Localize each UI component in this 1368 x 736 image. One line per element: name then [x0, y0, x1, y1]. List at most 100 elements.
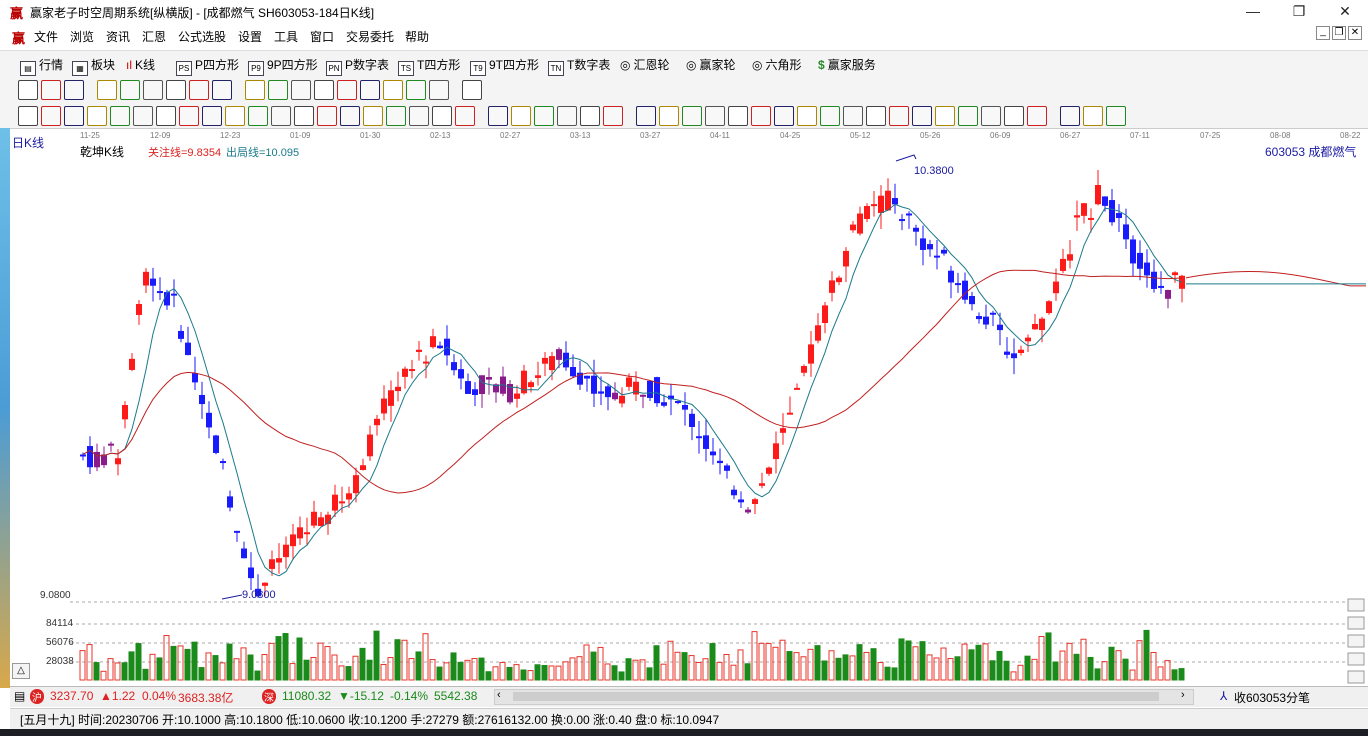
tool-icon-37[interactable] — [866, 106, 886, 126]
tool-icon-40[interactable] — [935, 106, 955, 126]
toolbar-huien-wheel[interactable]: ◎ 汇恩轮 — [620, 56, 670, 73]
toolbar-kline[interactable]: ıl K线 — [126, 56, 155, 73]
tool-icon-7[interactable] — [156, 106, 176, 126]
tool-icon-15[interactable] — [340, 106, 360, 126]
mdi-restore-button[interactable]: ❐ — [1332, 26, 1346, 40]
kline-chart-area[interactable]: 11-25 12-09 12-23 01-09 01-30 02-13 02-27 03-13… — [10, 129, 1368, 685]
toolbar-p-table[interactable]: PN P数字表 — [326, 56, 389, 76]
tool-icon-2[interactable] — [41, 80, 61, 100]
tool-icon-36[interactable] — [843, 106, 863, 126]
tool-icon-4[interactable] — [87, 106, 107, 126]
tool-icon-7[interactable] — [166, 80, 186, 100]
tool-icon-9[interactable] — [202, 106, 222, 126]
toolbar-hexagon[interactable]: ◎ 六角形 — [752, 56, 802, 73]
tool-icon-41[interactable] — [958, 106, 978, 126]
tool-icon-11[interactable] — [248, 106, 268, 126]
tool-icon-32[interactable] — [751, 106, 771, 126]
tool-icon-13[interactable] — [294, 106, 314, 126]
mdi-close-button[interactable]: ✕ — [1348, 26, 1362, 40]
tool-icon-8[interactable] — [179, 106, 199, 126]
menu-help[interactable]: 帮助 — [405, 28, 429, 45]
toolbar-winner-wheel[interactable]: ◎ 赢家轮 — [686, 56, 736, 73]
tool-icon-6[interactable] — [133, 106, 153, 126]
tool-icon-17[interactable] — [406, 80, 426, 100]
tool-icon-3[interactable] — [64, 106, 84, 126]
scroll-right-icon[interactable]: › — [1181, 689, 1185, 701]
tool-icon-26[interactable] — [603, 106, 623, 126]
menu-tools[interactable]: 工具 — [274, 28, 298, 45]
tool-icon-17[interactable] — [386, 106, 406, 126]
tool-icon-44[interactable] — [1027, 106, 1047, 126]
tick-detail-label[interactable]: 收603053分笔 — [1234, 689, 1310, 706]
horizontal-scrollbar[interactable]: ‹ › — [494, 689, 1194, 705]
tool-icon-16[interactable] — [363, 106, 383, 126]
menu-huien[interactable]: 汇恩 — [142, 28, 166, 45]
tool-icon-23[interactable] — [534, 106, 554, 126]
tool-icon-38[interactable] — [889, 106, 909, 126]
menu-trade[interactable]: 交易委托 — [346, 28, 394, 45]
scroll-left-icon[interactable]: ‹ — [497, 689, 501, 701]
tool-icon-2[interactable] — [41, 106, 61, 126]
tool-icon-21[interactable] — [488, 106, 508, 126]
tool-icon-25[interactable] — [580, 106, 600, 126]
tool-icon-29[interactable] — [682, 106, 702, 126]
grid-icon[interactable]: ▤ — [14, 689, 25, 703]
tool-icon-35[interactable] — [820, 106, 840, 126]
tool-icon-43[interactable] — [1004, 106, 1024, 126]
menu-formula[interactable]: 公式选股 — [178, 28, 226, 45]
scroll-up-button[interactable]: △ — [12, 663, 30, 679]
minimize-button[interactable]: — — [1230, 0, 1276, 24]
mdi-minimize-button[interactable]: _ — [1316, 26, 1330, 40]
menu-file[interactable]: 文件 — [34, 28, 58, 45]
tool-icon-24[interactable] — [557, 106, 577, 126]
tool-icon-13[interactable] — [314, 80, 334, 100]
tool-icon-14[interactable] — [317, 106, 337, 126]
tool-icon-20[interactable] — [455, 106, 475, 126]
scroll-thumb[interactable] — [513, 692, 1159, 701]
tool-icon-15[interactable] — [360, 80, 380, 100]
tool-icon-22[interactable] — [511, 106, 531, 126]
tool-icon-33[interactable] — [774, 106, 794, 126]
tool-icon-19[interactable] — [462, 80, 482, 100]
tool-icon-30[interactable] — [705, 106, 725, 126]
tool-icon-5[interactable] — [120, 80, 140, 100]
toolbar-9p-square[interactable]: P9 9P四方形 — [248, 56, 318, 76]
tool-icon-12[interactable] — [271, 106, 291, 126]
menu-browse[interactable]: 浏览 — [70, 28, 94, 45]
tool-icon-16[interactable] — [383, 80, 403, 100]
tool-icon-8[interactable] — [189, 80, 209, 100]
toolbar-service[interactable]: $ 赢家服务 — [818, 56, 876, 73]
tool-icon-18[interactable] — [409, 106, 429, 126]
tool-icon-31[interactable] — [728, 106, 748, 126]
tool-icon-19[interactable] — [432, 106, 452, 126]
tool-icon-1[interactable] — [18, 106, 38, 126]
menu-info[interactable]: 资讯 — [106, 28, 130, 45]
tool-icon-27[interactable] — [636, 106, 656, 126]
toolbar-9t-square[interactable]: T9 9T四方形 — [470, 56, 539, 76]
menu-settings[interactable]: 设置 — [238, 28, 262, 45]
toolbar-t-table[interactable]: TN T数字表 — [548, 56, 610, 76]
restore-button[interactable]: ❐ — [1276, 0, 1322, 24]
tool-icon-12[interactable] — [291, 80, 311, 100]
tool-icon-6[interactable] — [143, 80, 163, 100]
tool-icon-5[interactable] — [110, 106, 130, 126]
tool-icon-3[interactable] — [64, 80, 84, 100]
tool-icon-14[interactable] — [337, 80, 357, 100]
tool-icon-46[interactable] — [1083, 106, 1103, 126]
tool-icon-45[interactable] — [1060, 106, 1080, 126]
tool-icon-4[interactable] — [97, 80, 117, 100]
tool-icon-39[interactable] — [912, 106, 932, 126]
tool-icon-28[interactable] — [659, 106, 679, 126]
tool-icon-10[interactable] — [245, 80, 265, 100]
tool-icon-1[interactable] — [18, 80, 38, 100]
tool-icon-11[interactable] — [268, 80, 288, 100]
close-button[interactable]: ✕ — [1322, 0, 1368, 24]
tool-icon-9[interactable] — [212, 80, 232, 100]
tool-icon-34[interactable] — [797, 106, 817, 126]
toolbar-quotes[interactable]: ▤ 行情 — [20, 56, 63, 76]
toolbar-t-square[interactable]: TS T四方形 — [398, 56, 460, 76]
tool-icon-18[interactable] — [429, 80, 449, 100]
tool-icon-42[interactable] — [981, 106, 1001, 126]
tool-icon-47[interactable] — [1106, 106, 1126, 126]
tool-icon-10[interactable] — [225, 106, 245, 126]
